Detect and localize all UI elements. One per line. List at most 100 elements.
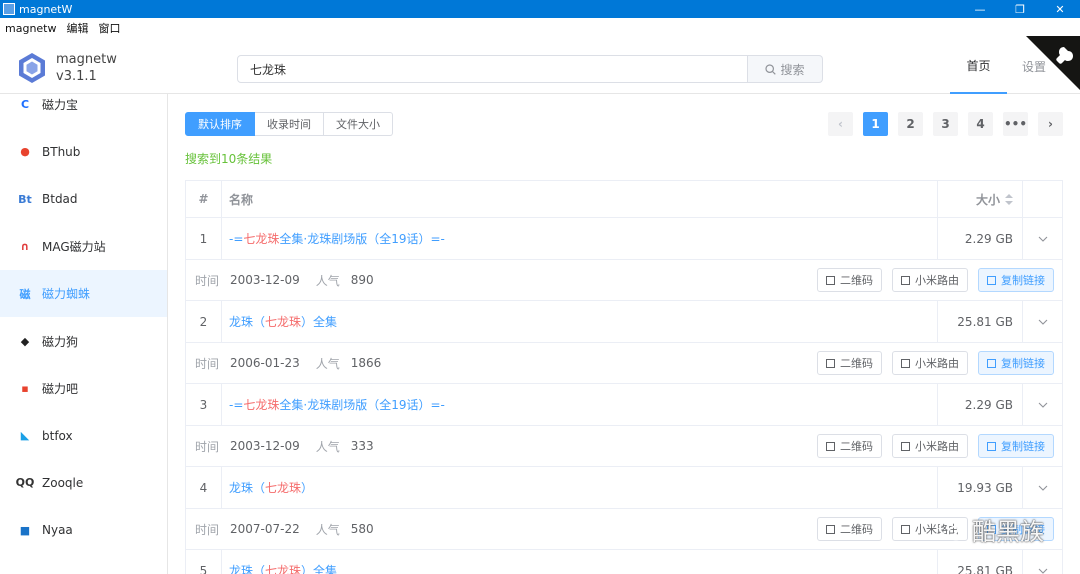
result-title-link[interactable]: 龙珠（ 七龙珠 ）全集 (222, 301, 938, 342)
sidebar-item-label: btfox (42, 428, 73, 443)
time-value: 2003-12-09 (230, 273, 300, 287)
popularity-value: 1866 (350, 356, 382, 370)
router-icon (901, 358, 910, 368)
chevron-down-icon (1038, 568, 1047, 574)
copy-link-button[interactable]: 复制链接 (978, 434, 1054, 458)
row-size: 25.81 GB (938, 550, 1023, 574)
app-header: magnetw v3.1.1 搜索 首页 设置 (0, 38, 1080, 94)
sidebar-item[interactable]: 磁磁力蜘蛛 (0, 270, 167, 318)
expand-row-button[interactable] (1023, 384, 1062, 425)
sort-caret-icon[interactable] (1005, 193, 1013, 205)
menu-window[interactable]: 窗口 (99, 20, 121, 36)
sidebar-item[interactable]: Bt Btdad (0, 176, 167, 223)
sort-button[interactable]: 文件大小 (324, 112, 393, 136)
row-actions: 二维码 小米路由 复制链接 (817, 268, 1054, 292)
fox-icon: ◣ (20, 429, 30, 443)
qr-code-button[interactable]: 二维码 (817, 268, 882, 292)
time-label: 时间 (195, 439, 220, 454)
minimize-button[interactable]: — (960, 0, 1000, 18)
sort-button[interactable]: 默认排序 (185, 112, 255, 136)
popularity-label: 人气 (315, 522, 340, 537)
result-title-link[interactable]: 龙珠（ 七龙珠 ）全集 (222, 550, 938, 574)
brand-name: magnetw (56, 52, 117, 67)
close-button[interactable]: ✕ (1040, 0, 1080, 18)
expand-row-button[interactable] (1023, 550, 1062, 574)
time-value: 2003-12-09 (230, 439, 300, 453)
header-size[interactable]: 大小 (938, 181, 1023, 217)
time-label: 时间 (195, 522, 220, 537)
title-highlight: 七龙珠 (243, 232, 280, 246)
brand-version: v3.1.1 (56, 69, 97, 84)
page-button[interactable]: 2 (898, 112, 923, 136)
expand-row-button[interactable] (1023, 467, 1062, 508)
time-value: 2007-07-22 (230, 522, 300, 536)
cilibar-icon: ▪ (21, 381, 29, 395)
chevron-down-icon (1038, 485, 1047, 491)
row-size: 2.29 GB (938, 218, 1023, 259)
search-bar: 搜索 (237, 55, 823, 83)
qr-icon (826, 524, 835, 534)
chevron-down-icon (1038, 402, 1047, 408)
dog-icon: ◆ (20, 334, 30, 348)
table-row: 3 -= 七龙珠 全集·龙珠剧场版（全19话）=- 2.29 GB (186, 384, 1062, 426)
result-title-link[interactable]: 龙珠（ 七龙珠） (222, 467, 938, 508)
row-size: 2.29 GB (938, 384, 1023, 425)
sidebar: C 磁力宝 ● BThub Bt Btdad ∩ MAG磁力站磁磁力蜘蛛 ◆ 磁力狗 ▪ 磁力吧 ◣ bt… (0, 94, 168, 574)
title-prefix: 龙珠（ (229, 315, 266, 329)
title-suffix: 全集·龙珠剧场版（全19话）=- (279, 232, 445, 246)
mi-router-button[interactable]: 小米路由 (892, 434, 968, 458)
window-title-bar: magnetW — ❐ ✕ (0, 0, 1080, 18)
sort-button[interactable]: 收录时间 (255, 112, 324, 136)
sidebar-item[interactable]: QQ Zooqle (0, 459, 167, 506)
copy-icon (987, 441, 996, 451)
title-highlight: 七龙珠 (243, 398, 280, 412)
page-button[interactable]: 4 (968, 112, 993, 136)
row-size: 19.93 GB (938, 467, 1023, 508)
github-corner-icon[interactable] (1026, 36, 1080, 90)
copy-icon (987, 358, 996, 368)
mi-router-button[interactable]: 小米路由 (892, 351, 968, 375)
sidebar-item[interactable]: C 磁力宝 (0, 94, 167, 128)
result-title-link[interactable]: -= 七龙珠 全集·龙珠剧场版（全19话）=- (222, 218, 938, 259)
copy-link-button[interactable]: 复制链接 (978, 268, 1054, 292)
copy-link-button[interactable]: 复制链接 (978, 351, 1054, 375)
bthub-icon: ● (20, 145, 30, 159)
page-button[interactable]: 1 (863, 112, 888, 136)
row-index: 1 (186, 218, 222, 259)
nav-home[interactable]: 首页 (950, 38, 1007, 94)
sidebar-item[interactable]: ■ Nyaa (0, 507, 167, 554)
result-count: 搜索到10条结果 (185, 152, 273, 166)
prev-page-button[interactable]: ‹ (828, 112, 853, 136)
qr-code-button[interactable]: 二维码 (817, 434, 882, 458)
sidebar-item-label: 磁力吧 (42, 381, 79, 396)
sidebar-item[interactable]: ◆ 磁力狗 (0, 318, 167, 365)
sidebar-item[interactable]: ◣ btfox (0, 412, 167, 459)
popularity-value: 580 (350, 522, 374, 536)
search-input[interactable] (237, 55, 748, 83)
title-suffix: 全集·龙珠剧场版（全19话）=- (279, 398, 445, 412)
search-button[interactable]: 搜索 (748, 55, 823, 83)
next-page-button[interactable]: › (1038, 112, 1063, 136)
sidebar-item[interactable]: ▪ 磁力吧 (0, 365, 167, 412)
page-button[interactable]: 3 (933, 112, 958, 136)
menu-magnetw[interactable]: magnetw (5, 22, 57, 35)
more-pages-button[interactable]: ••• (1003, 112, 1028, 136)
expand-row-button[interactable] (1023, 301, 1062, 342)
app-icon (3, 3, 15, 15)
header-name: 名称 (222, 181, 938, 217)
expand-row-button[interactable] (1023, 218, 1062, 259)
sidebar-item[interactable]: ∩ MAG磁力站 (0, 223, 167, 270)
result-title-link[interactable]: -= 七龙珠 全集·龙珠剧场版（全19话）=- (222, 384, 938, 425)
qr-code-button[interactable]: 二维码 (817, 351, 882, 375)
pagination: ‹ 1 2 3 4 ••• › (828, 112, 1063, 136)
btdad-icon: Bt (18, 192, 32, 206)
menu-edit[interactable]: 编辑 (67, 20, 89, 36)
sidebar-item-label: MAG磁力站 (42, 239, 106, 254)
qr-code-button[interactable]: 二维码 (817, 517, 882, 541)
brand: magnetw v3.1.1 (56, 51, 117, 85)
mi-router-button[interactable]: 小米路由 (892, 268, 968, 292)
header-size-label: 大小 (975, 192, 1000, 207)
title-prefix: 龙珠（ (229, 564, 266, 574)
maximize-button[interactable]: ❐ (1000, 0, 1040, 18)
sidebar-item[interactable]: ● BThub (0, 128, 167, 175)
